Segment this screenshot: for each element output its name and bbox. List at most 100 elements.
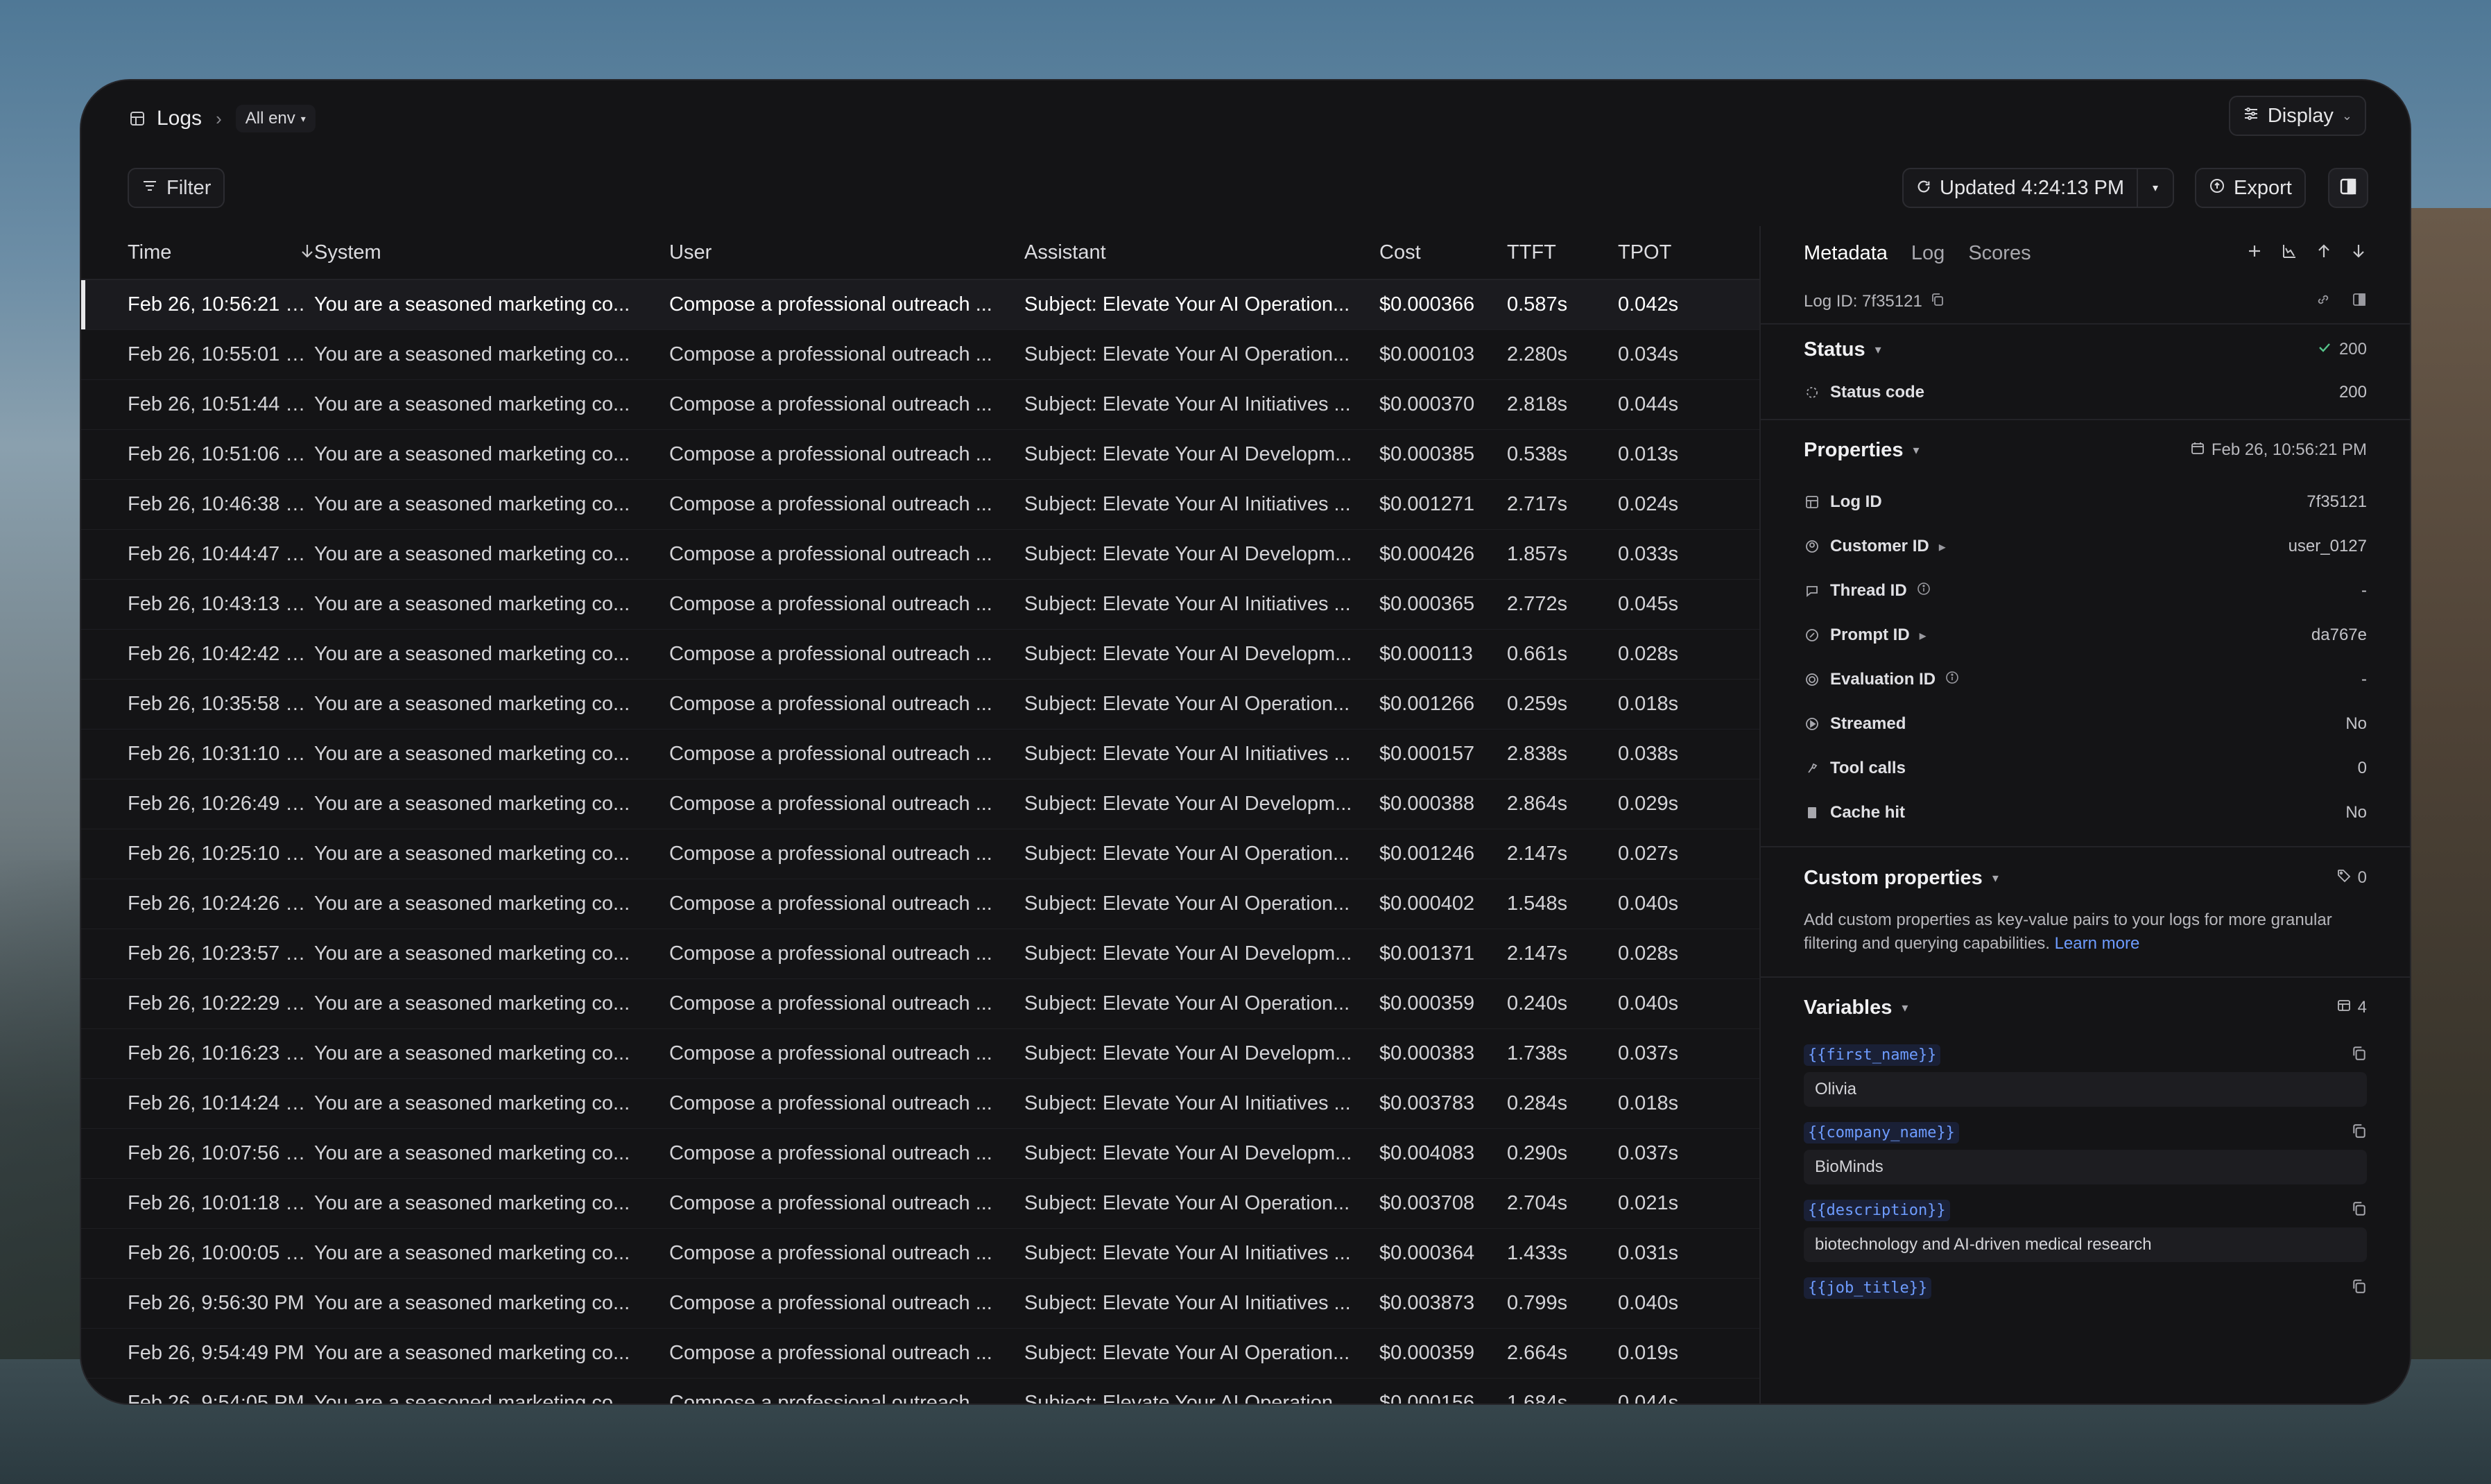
link-icon[interactable] (2316, 292, 2331, 312)
column-header-assistant[interactable]: Assistant (1024, 241, 1379, 264)
cell-assistant: Subject: Elevate Your AI Initiatives ... (1024, 743, 1351, 765)
arrow-down-icon[interactable] (2350, 242, 2367, 265)
caret-down-icon: ▾ (2153, 182, 2159, 194)
user-circle-icon (1804, 538, 1820, 555)
export-button[interactable]: Export (2195, 168, 2306, 208)
open-panel-icon[interactable] (2352, 292, 2367, 312)
cell-user: Compose a professional outreach ... (669, 393, 992, 415)
column-header-tpot[interactable]: TPOT (1618, 241, 1736, 264)
table-row[interactable]: Feb 26, 10:35:58 PM You are a seasoned ma… (81, 680, 1759, 730)
properties-header[interactable]: Properties ▾ Feb 26, 10:56:21 PM (1804, 420, 2367, 480)
cell-user: Compose a professional outreach ... (669, 992, 992, 1015)
column-header-ttft[interactable]: TTFT (1507, 241, 1618, 264)
cell-time: Feb 26, 9:54:49 PM (128, 1342, 304, 1364)
custom-properties-header[interactable]: Custom properties ▾ 0 (1804, 847, 2367, 908)
column-header-system[interactable]: System (314, 241, 669, 264)
variables-header[interactable]: Variables ▾ 4 (1804, 978, 2367, 1037)
table-row[interactable]: Feb 26, 10:43:13 PM You are a seasoned ma… (81, 580, 1759, 630)
cell-ttft: 1.433s (1507, 1242, 1568, 1264)
cell-ttft: 0.538s (1507, 443, 1568, 465)
tab-metadata[interactable]: Metadata (1804, 242, 1888, 265)
cell-cost: $0.000388 (1379, 793, 1475, 815)
variable-icon (2337, 998, 2351, 1017)
cell-time: Feb 26, 10:46:38 PM (128, 493, 314, 515)
caret-down-icon: ▾ (1874, 342, 1881, 356)
tab-log[interactable]: Log (1911, 242, 1945, 265)
table-row[interactable]: Feb 26, 10:16:23 PM You are a seasoned ma… (81, 1029, 1759, 1079)
refresh-main[interactable]: Updated 4:24:13 PM (1904, 169, 2137, 207)
table-row[interactable]: Feb 26, 10:42:42 PM You are a seasoned ma… (81, 630, 1759, 680)
copy-icon[interactable] (1931, 292, 1945, 311)
property-value: - (2361, 581, 2367, 600)
caret-right-icon[interactable]: ▸ (1920, 627, 1927, 644)
display-button[interactable]: Display ⌄ (2228, 96, 2366, 136)
plus-icon[interactable] (2246, 242, 2263, 265)
table-row[interactable]: Feb 26, 9:54:49 PM You are a seasoned mar… (81, 1329, 1759, 1379)
table-row[interactable]: Feb 26, 10:44:47 PM You are a seasoned ma… (81, 530, 1759, 580)
table-row[interactable]: Feb 26, 10:46:38 PM You are a seasoned ma… (81, 480, 1759, 530)
cell-assistant: Subject: Elevate Your AI Operation... (1024, 992, 1350, 1015)
column-header-user[interactable]: User (669, 241, 1024, 264)
copy-icon[interactable] (2352, 1279, 2367, 1297)
cell-time: Feb 26, 10:00:05 PM (128, 1242, 314, 1264)
table-row[interactable]: Feb 26, 10:23:57 PM You are a seasoned ma… (81, 929, 1759, 979)
cell-system: You are a seasoned marketing co... (314, 643, 630, 665)
cell-cost: $0.004083 (1379, 1142, 1475, 1164)
table-row[interactable]: Feb 26, 10:25:10 PM You are a seasoned ma… (81, 829, 1759, 879)
table-row[interactable]: Feb 26, 10:07:56 PM You are a seasoned ma… (81, 1129, 1759, 1179)
cell-user: Compose a professional outreach ... (669, 1392, 992, 1404)
info-icon[interactable] (1917, 582, 1931, 600)
tab-scores[interactable]: Scores (1968, 242, 2031, 265)
cell-ttft: 1.857s (1507, 543, 1568, 565)
info-icon[interactable] (1945, 671, 1959, 689)
table-row[interactable]: Feb 26, 10:51:06 PM You are a seasoned ma… (81, 430, 1759, 480)
toggle-panel-button[interactable] (2328, 168, 2368, 208)
cell-user: Compose a professional outreach ... (669, 543, 992, 565)
table-row[interactable]: Feb 26, 10:22:29 PM You are a seasoned ma… (81, 979, 1759, 1029)
table-row[interactable]: Feb 26, 10:51:44 PM You are a seasoned ma… (81, 380, 1759, 430)
copy-icon[interactable] (2352, 1201, 2367, 1220)
copy-icon[interactable] (2352, 1123, 2367, 1142)
sidebar-panel-icon (2339, 178, 2357, 199)
detail-tabs: Metadata Log Scores (1804, 226, 2367, 280)
column-header-time[interactable]: Time (81, 241, 314, 264)
panel-actions (2246, 226, 2367, 280)
cell-user: Compose a professional outreach ... (669, 1192, 992, 1214)
cell-tpot: 0.038s (1618, 743, 1679, 765)
chart-icon[interactable] (2281, 242, 2298, 265)
filter-button[interactable]: Filter (128, 168, 225, 208)
table-row[interactable]: Feb 26, 10:00:05 PM You are a seasoned ma… (81, 1229, 1759, 1279)
copy-icon[interactable] (2352, 1046, 2367, 1064)
cell-assistant: Subject: Elevate Your AI Developm... (1024, 543, 1352, 565)
learn-more-link[interactable]: Learn more (2055, 934, 2140, 953)
cell-system: You are a seasoned marketing co... (314, 1292, 630, 1314)
table-row[interactable]: Feb 26, 10:31:10 PM You are a seasoned ma… (81, 730, 1759, 779)
cell-user: Compose a professional outreach ... (669, 693, 992, 715)
table-row[interactable]: Feb 26, 10:24:26 PM You are a seasoned ma… (81, 879, 1759, 929)
cell-assistant: Subject: Elevate Your AI Initiatives ... (1024, 1092, 1351, 1114)
filter-label: Filter (166, 176, 212, 199)
table-row[interactable]: Feb 26, 9:56:30 PM You are a seasoned mar… (81, 1279, 1759, 1329)
sort-arrow-down-icon[interactable] (300, 241, 314, 264)
column-header-cost[interactable]: Cost (1379, 241, 1507, 264)
table-row[interactable]: Feb 26, 10:01:18 PM You are a seasoned ma… (81, 1179, 1759, 1229)
arrow-up-icon[interactable] (2316, 242, 2332, 265)
variable-item: {{description}} biotechnology and AI-driv… (1804, 1193, 2367, 1262)
cell-ttft: 2.717s (1507, 493, 1568, 515)
cell-user: Compose a professional outreach ... (669, 1242, 992, 1264)
status-header[interactable]: Status ▾ 200 (1804, 325, 2367, 374)
cell-tpot: 0.040s (1618, 892, 1679, 915)
table-row[interactable]: Feb 26, 10:55:01 PM You are a seasoned ma… (81, 330, 1759, 380)
table-row[interactable]: Feb 26, 9:54:05 PM You are a seasoned mar… (81, 1379, 1759, 1404)
refresh-options-caret[interactable]: ▾ (2137, 169, 2173, 207)
display-label: Display (2267, 104, 2334, 127)
caret-right-icon[interactable]: ▸ (1939, 538, 1946, 555)
page-title[interactable]: Logs (157, 107, 202, 130)
refresh-button[interactable]: Updated 4:24:13 PM ▾ (1902, 168, 2175, 208)
table-row[interactable]: Feb 26, 10:26:49 PM You are a seasoned ma… (81, 779, 1759, 829)
env-selector[interactable]: All env ▾ (235, 105, 316, 132)
table-row[interactable]: Feb 26, 10:14:24 PM You are a seasoned ma… (81, 1079, 1759, 1129)
status-code-row: Status code 200 (1804, 374, 2367, 419)
cell-time: Feb 26, 10:22:29 PM (128, 992, 314, 1015)
table-row[interactable]: Feb 26, 10:56:21 PM You are a seasoned ma… (81, 280, 1759, 330)
